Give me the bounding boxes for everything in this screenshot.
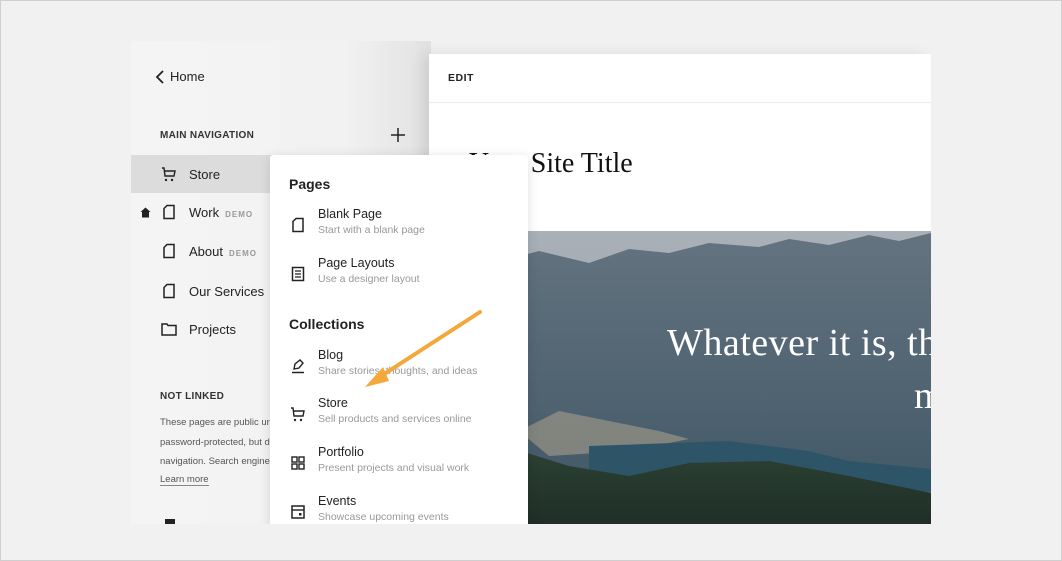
nav-item-label: Our Services bbox=[189, 283, 265, 299]
collections-heading: Collections bbox=[289, 316, 365, 332]
menu-item-blank-page[interactable]: Blank Page Start with a blank page bbox=[270, 207, 528, 251]
menu-item-title: Blog bbox=[318, 348, 344, 362]
page-icon bbox=[163, 243, 175, 259]
nav-item-label: About DEMO bbox=[189, 244, 257, 259]
menu-item-description: Start with a blank page bbox=[318, 224, 425, 236]
blog-pen-icon bbox=[292, 359, 304, 374]
cart-icon bbox=[291, 407, 305, 422]
demo-badge: DEMO bbox=[225, 209, 254, 219]
main-navigation-label: MAIN NAVIGATION bbox=[160, 130, 255, 141]
hero-heading: Whatever it is, the bbox=[667, 322, 931, 364]
pages-heading: Pages bbox=[289, 176, 331, 192]
back-home-link[interactable]: Home bbox=[155, 69, 205, 84]
not-linked-label: NOT LINKED bbox=[160, 391, 225, 402]
demo-badge: DEMO bbox=[228, 248, 257, 258]
chevron-left-icon bbox=[155, 69, 164, 84]
add-page-menu: Pages Blank Page Start with a blank page… bbox=[270, 155, 528, 524]
blank-page-icon bbox=[292, 217, 304, 233]
menu-item-description: Use a designer layout bbox=[318, 273, 420, 285]
cart-icon bbox=[162, 167, 176, 182]
menu-item-events[interactable]: Events Showcase upcoming events bbox=[270, 494, 528, 524]
grid-icon bbox=[291, 456, 305, 470]
nav-item-title: About bbox=[189, 243, 223, 259]
nav-item-label: Store bbox=[189, 166, 221, 182]
menu-item-blog[interactable]: Blog Share stories, thoughts, and ideas bbox=[270, 348, 528, 392]
menu-item-title: Store bbox=[318, 396, 348, 410]
app-frame: Home MAIN NAVIGATION Store Work DEMO Abou… bbox=[131, 41, 931, 524]
back-home-label: Home bbox=[170, 69, 205, 84]
home-icon bbox=[140, 207, 151, 217]
menu-item-title: Blank Page bbox=[318, 207, 382, 221]
page-icon bbox=[165, 519, 175, 524]
menu-item-title: Portfolio bbox=[318, 445, 364, 459]
menu-item-description: Showcase upcoming events bbox=[318, 511, 449, 523]
folder-icon bbox=[161, 323, 177, 336]
nav-item-label: Projects bbox=[189, 321, 236, 337]
page-icon bbox=[163, 204, 175, 220]
menu-item-store[interactable]: Store Sell products and services online bbox=[270, 396, 528, 440]
menu-item-title: Page Layouts bbox=[318, 256, 395, 270]
nav-item-label: Work DEMO bbox=[189, 205, 253, 220]
learn-more-link[interactable]: Learn more bbox=[160, 474, 209, 486]
page-icon bbox=[163, 283, 175, 299]
nav-item-title: Work bbox=[189, 204, 220, 220]
calendar-icon bbox=[291, 505, 305, 519]
menu-item-portfolio[interactable]: Portfolio Present projects and visual wo… bbox=[270, 445, 528, 489]
layout-icon bbox=[291, 266, 305, 282]
menu-item-description: Share stories, thoughts, and ideas bbox=[318, 365, 478, 377]
menu-item-page-layouts[interactable]: Page Layouts Use a designer layout bbox=[270, 256, 528, 300]
add-page-button[interactable] bbox=[390, 127, 406, 143]
menu-item-title: Events bbox=[318, 494, 357, 508]
menu-item-description: Sell products and services online bbox=[318, 413, 472, 425]
menu-item-description: Present projects and visual work bbox=[318, 462, 470, 474]
edit-button[interactable]: EDIT bbox=[429, 54, 931, 103]
hero-heading-line2: m bbox=[914, 375, 931, 417]
